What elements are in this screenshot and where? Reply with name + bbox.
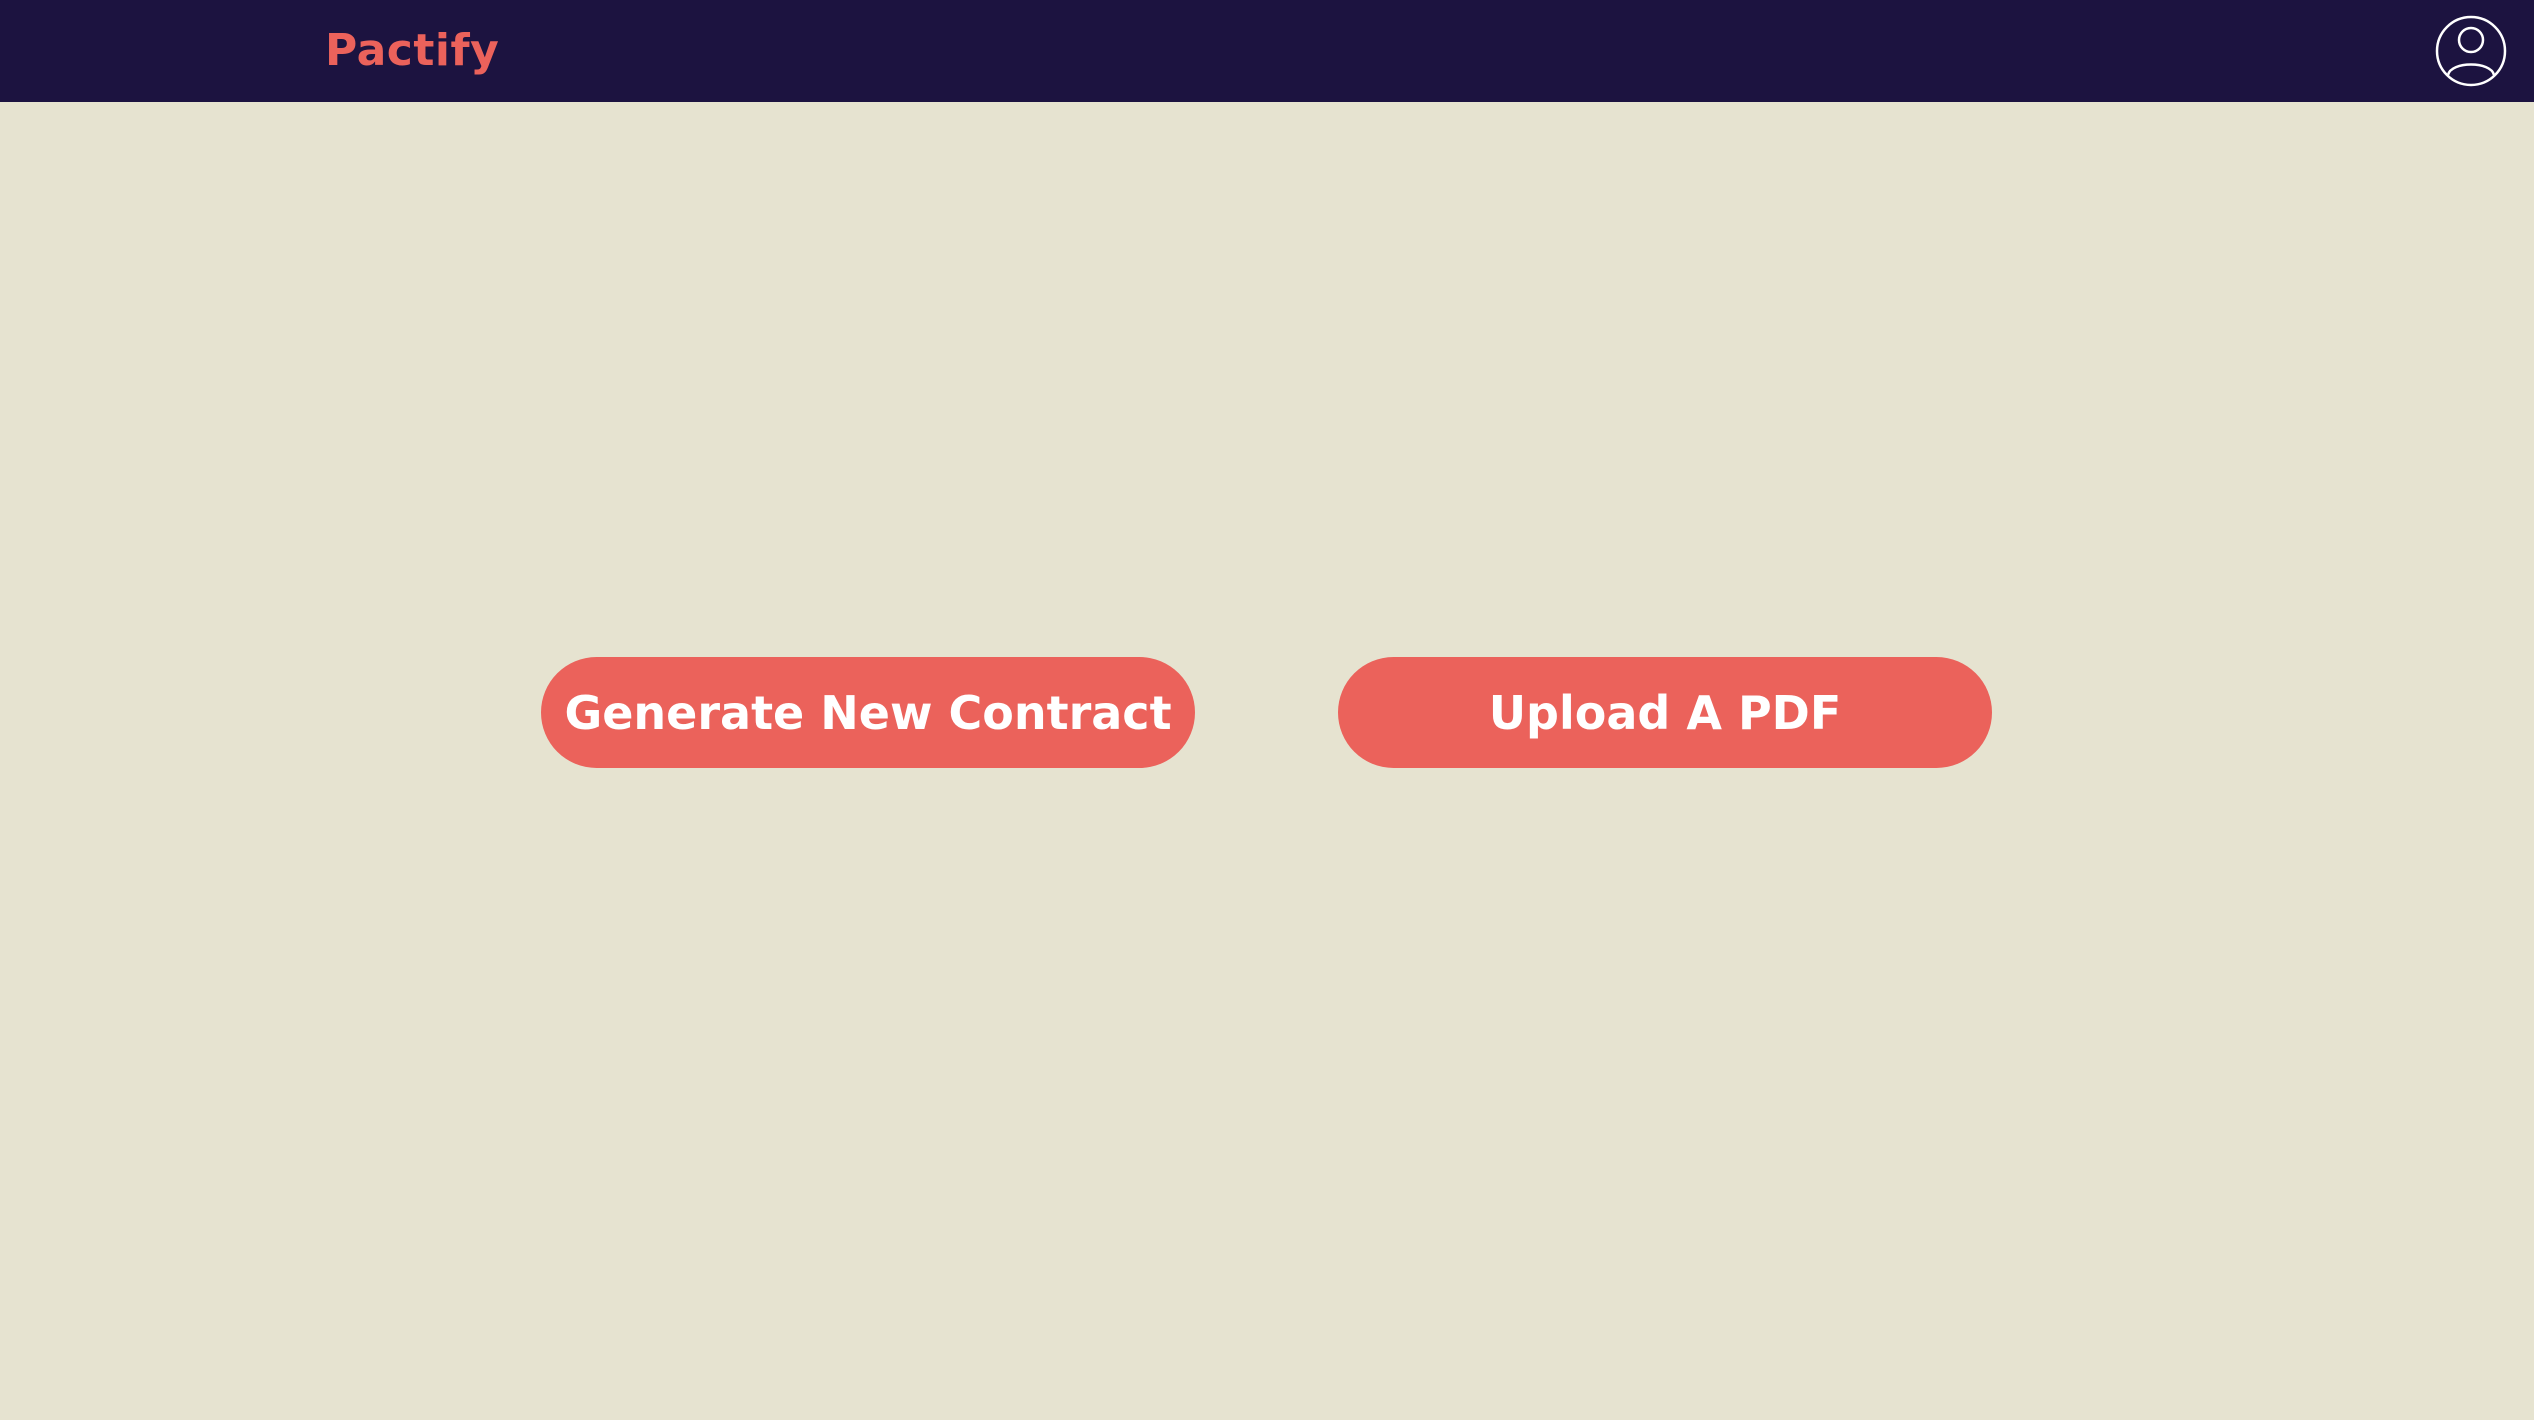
top-navbar: Pactify <box>0 0 2534 102</box>
user-circle-icon <box>2435 15 2507 87</box>
generate-new-contract-button[interactable]: Generate New Contract <box>541 657 1195 768</box>
upload-pdf-button[interactable]: Upload A PDF <box>1338 657 1992 768</box>
account-button[interactable] <box>2435 15 2507 87</box>
brand-logo[interactable]: Pactify <box>325 24 499 78</box>
main-content: Generate New Contract Upload A PDF <box>0 102 2534 1420</box>
